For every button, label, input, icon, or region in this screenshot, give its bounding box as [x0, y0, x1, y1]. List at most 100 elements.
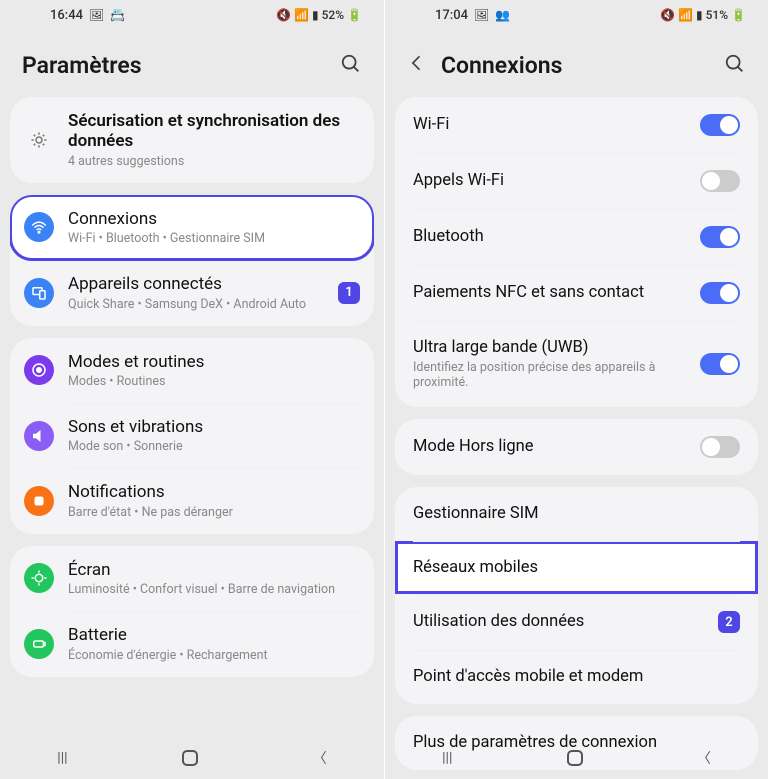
status-icon: 🖼: [474, 9, 489, 21]
devices-icon: [24, 278, 54, 308]
row-label: Réseaux mobiles: [413, 558, 740, 578]
row-label: Point d'accès mobile et modem: [413, 667, 740, 687]
tip-title: Sécurisation et synchronisation des donn…: [68, 111, 360, 152]
status-bar: 17:04 🖼 👥 🔇 📶 ▮ 51% 🔋: [385, 0, 768, 30]
settings-screen: 16:44 🖼 📇 🔇 📶 ▮ 52% 🔋 Paramètres Sécuris…: [0, 0, 384, 779]
settings-item-ecran[interactable]: Écran Luminosité • Confort visuel • Barr…: [10, 546, 374, 611]
nav-recents[interactable]: |||: [57, 750, 67, 766]
settings-item-appareils[interactable]: Appareils connectés Quick Share • Samsun…: [10, 260, 374, 325]
toggle[interactable]: [700, 353, 740, 375]
row-nfc[interactable]: Paiements NFC et sans contact: [395, 265, 758, 321]
step-badge: 1: [338, 282, 360, 304]
row-hotspot[interactable]: Point d'accès mobile et modem: [395, 650, 758, 704]
settings-item-sons[interactable]: Sons et vibrations Mode son • Sonnerie: [10, 403, 374, 468]
row-label: Paiements NFC et sans contact: [413, 283, 700, 303]
row-uwb[interactable]: Ultra large bande (UWB) Identifiez la po…: [395, 321, 758, 407]
mute-icon: 🔇: [660, 9, 675, 21]
connexions-screen: 17:04 🖼 👥 🔇 📶 ▮ 51% 🔋 Connexions Wi-Fi A…: [384, 0, 768, 779]
settings-item-notifications[interactable]: Notifications Barre d'état • Ne pas déra…: [10, 468, 374, 533]
settings-item-connexions[interactable]: Connexions Wi-Fi • Bluetooth • Gestionna…: [10, 195, 374, 260]
nav-bar: ||| 〈: [385, 737, 768, 779]
item-title: Sons et vibrations: [68, 417, 360, 437]
step-badge: 2: [718, 611, 740, 633]
battery-icon: [24, 629, 54, 659]
toggle[interactable]: [700, 282, 740, 304]
toggle[interactable]: [700, 114, 740, 136]
row-label: Gestionnaire SIM: [413, 504, 740, 524]
item-sub: Modes • Routines: [68, 374, 360, 389]
status-icon: 🖼: [89, 9, 104, 21]
mute-icon: 🔇: [276, 9, 291, 21]
sound-icon: [24, 421, 54, 451]
toggle[interactable]: [700, 226, 740, 248]
search-icon[interactable]: [340, 53, 362, 79]
row-appels-wifi[interactable]: Appels Wi-Fi: [395, 153, 758, 209]
nav-recents[interactable]: |||: [442, 750, 452, 766]
signal-icon: ▮: [312, 9, 319, 21]
row-data-usage[interactable]: Utilisation des données 2: [395, 594, 758, 650]
nav-back[interactable]: 〈: [697, 748, 711, 768]
modes-icon: [24, 355, 54, 385]
settings-item-modes[interactable]: Modes et routines Modes • Routines: [10, 338, 374, 403]
nav-back[interactable]: 〈: [313, 748, 327, 768]
row-bluetooth[interactable]: Bluetooth: [395, 209, 758, 265]
wifi-icon: 📶: [678, 9, 693, 21]
row-label: Wi-Fi: [413, 115, 700, 135]
screen-icon: [24, 563, 54, 593]
nav-home[interactable]: [567, 750, 583, 766]
tip-card[interactable]: Sécurisation et synchronisation des donn…: [10, 97, 374, 183]
row-wifi[interactable]: Wi-Fi: [395, 97, 758, 153]
item-sub: Quick Share • Samsung DeX • Android Auto: [68, 297, 324, 312]
item-title: Modes et routines: [68, 352, 360, 372]
group-airplane: Mode Hors ligne: [395, 419, 758, 475]
back-button[interactable]: [407, 53, 427, 78]
item-sub: Barre d'état • Ne pas déranger: [68, 505, 360, 520]
search-icon[interactable]: [724, 53, 746, 79]
status-bar: 16:44 🖼 📇 🔇 📶 ▮ 52% 🔋: [0, 0, 384, 30]
row-label: Bluetooth: [413, 227, 700, 247]
row-label: Ultra large bande (UWB): [413, 338, 700, 358]
status-time: 16:44: [50, 8, 83, 23]
tip-sub: 4 autres suggestions: [68, 154, 360, 169]
item-sub: Wi-Fi • Bluetooth • Gestionnaire SIM: [68, 231, 360, 246]
toggle[interactable]: [700, 436, 740, 458]
item-sub: Mode son • Sonnerie: [68, 439, 360, 454]
group-personalization: Modes et routines Modes • Routines Sons …: [10, 338, 374, 534]
wifi-icon: [24, 212, 54, 242]
status-battery: 52%: [322, 8, 344, 22]
signal-icon: ▮: [696, 9, 703, 21]
notifications-icon: [24, 486, 54, 516]
page-title: Paramètres: [22, 52, 326, 79]
row-label: Mode Hors ligne: [413, 437, 700, 457]
status-icon: 👥: [495, 9, 510, 21]
group-connections: Connexions Wi-Fi • Bluetooth • Gestionna…: [10, 195, 374, 326]
nav-bar: ||| 〈: [0, 737, 384, 779]
status-battery: 51%: [706, 8, 728, 22]
item-title: Connexions: [68, 209, 360, 229]
item-title: Batterie: [68, 625, 360, 645]
battery-icon: 🔋: [731, 9, 746, 21]
status-icon: 📇: [110, 9, 125, 21]
header: Paramètres: [0, 30, 384, 97]
wifi-icon: 📶: [294, 9, 309, 21]
toggle[interactable]: [700, 170, 740, 192]
page-title: Connexions: [441, 52, 710, 79]
row-sim[interactable]: Gestionnaire SIM: [395, 487, 758, 541]
row-airplane[interactable]: Mode Hors ligne: [395, 419, 758, 475]
battery-icon: 🔋: [347, 9, 362, 21]
item-title: Écran: [68, 560, 360, 580]
tip-icon: [24, 125, 54, 155]
row-reseaux-mobiles[interactable]: Réseaux mobiles: [395, 541, 758, 595]
item-sub: Luminosité • Confort visuel • Barre de n…: [68, 582, 360, 597]
group-display: Écran Luminosité • Confort visuel • Barr…: [10, 546, 374, 677]
nav-home[interactable]: [182, 750, 198, 766]
item-title: Appareils connectés: [68, 274, 324, 294]
group-wireless: Wi-Fi Appels Wi-Fi Bluetooth Paiements N…: [395, 97, 758, 407]
status-time: 17:04: [435, 8, 468, 23]
row-label: Utilisation des données: [413, 612, 718, 632]
row-label: Appels Wi-Fi: [413, 171, 700, 191]
row-sub: Identifiez la position précise des appar…: [413, 360, 700, 390]
item-sub: Économie d'énergie • Rechargement: [68, 648, 360, 663]
group-mobile: Gestionnaire SIM Réseaux mobiles Utilisa…: [395, 487, 758, 704]
settings-item-batterie[interactable]: Batterie Économie d'énergie • Rechargeme…: [10, 611, 374, 676]
